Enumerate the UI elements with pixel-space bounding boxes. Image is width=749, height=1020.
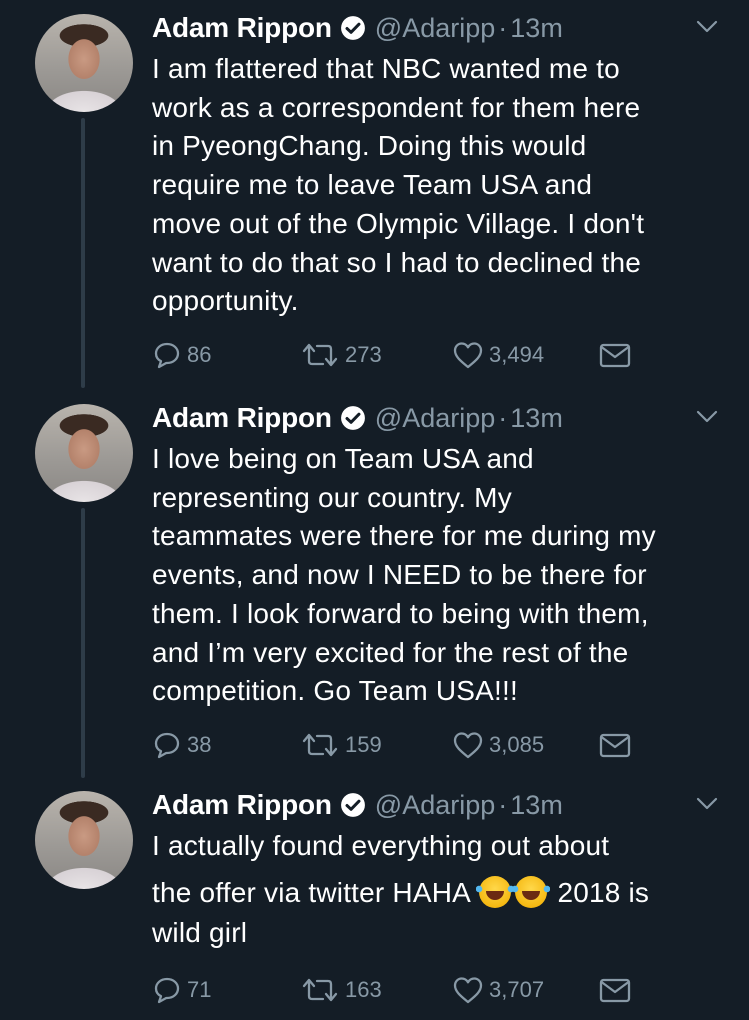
reply-button[interactable]: 71: [152, 972, 211, 1008]
tweet-text: I love being on Team USA and representin…: [152, 443, 656, 707]
chevron-down-icon[interactable]: [696, 20, 718, 34]
verified-badge-icon: [340, 16, 365, 40]
tweet-text-segment: 2018 is: [549, 876, 650, 908]
avatar[interactable]: [35, 791, 133, 889]
tweet-header: Adam Rippon @Adaripp · 13m: [152, 787, 563, 823]
face-with-tears-of-joy-emoji: [512, 875, 551, 908]
tweet[interactable]: Adam Rippon @Adaripp · 13m I actually fo…: [0, 777, 749, 1020]
retweet-button[interactable]: 273: [300, 337, 382, 373]
display-name[interactable]: Adam Rippon: [152, 789, 332, 821]
user-handle[interactable]: @Adaripp: [375, 13, 495, 44]
avatar[interactable]: [35, 404, 133, 502]
envelope-icon: [599, 978, 631, 1003]
user-handle[interactable]: @Adaripp: [375, 403, 495, 434]
tweet-text-line: I actually found everything out about: [152, 830, 610, 861]
envelope-icon: [599, 343, 631, 368]
like-button[interactable]: 3,707: [452, 972, 544, 1008]
tweet-text: I am flattered that NBC wanted me to wor…: [152, 53, 645, 317]
reply-count: 71: [187, 977, 212, 1002]
envelope-icon: [599, 733, 631, 758]
timestamp[interactable]: 13m: [510, 403, 563, 434]
heart-icon: [453, 342, 483, 369]
tweet-text-line: wild girl: [152, 917, 248, 949]
tweet-text-line: the offer via twitter HAHA 2018 is: [152, 874, 732, 913]
reply-button[interactable]: 38: [152, 727, 211, 763]
timestamp[interactable]: 13m: [510, 790, 563, 821]
like-count: 3,494: [489, 342, 545, 367]
verified-badge-icon: [340, 793, 365, 817]
display-name[interactable]: Adam Rippon: [152, 12, 332, 44]
retweet-button[interactable]: 159: [300, 727, 382, 763]
thread-connector: [81, 118, 85, 388]
retweet-icon: [302, 978, 338, 1002]
retweet-icon: [302, 733, 338, 757]
chevron-down-icon[interactable]: [696, 410, 718, 424]
tweet-text-segment: the offer via twitter HAHA: [152, 876, 478, 908]
reply-count: 86: [187, 342, 212, 367]
retweet-count: 273: [345, 342, 382, 367]
reply-icon: [154, 977, 180, 1004]
retweet-count: 163: [345, 977, 382, 1002]
face-with-tears-of-joy-emoji: [476, 875, 515, 908]
retweet-icon: [302, 343, 338, 367]
heart-icon: [453, 732, 483, 759]
direct-message-button[interactable]: [598, 337, 632, 373]
display-name[interactable]: Adam Rippon: [152, 402, 332, 434]
reply-button[interactable]: 86: [152, 337, 211, 373]
like-button[interactable]: 3,085: [452, 727, 544, 763]
timestamp[interactable]: 13m: [510, 13, 563, 44]
retweet-count: 159: [345, 732, 382, 757]
avatar[interactable]: [35, 14, 133, 112]
separator-dot: ·: [498, 789, 508, 820]
like-button[interactable]: 3,494: [452, 337, 544, 373]
thread-connector: [81, 508, 85, 778]
reply-icon: [154, 342, 180, 369]
tweet-header: Adam Rippon @Adaripp · 13m: [152, 10, 563, 46]
direct-message-button[interactable]: [598, 727, 632, 763]
like-count: 3,707: [489, 977, 545, 1002]
verified-badge-icon: [340, 406, 365, 430]
tweet[interactable]: Adam Rippon @Adaripp · 13m I am flattere…: [0, 0, 749, 390]
retweet-button[interactable]: 163: [300, 972, 382, 1008]
tweet-header: Adam Rippon @Adaripp · 13m: [152, 400, 563, 436]
separator-dot: ·: [498, 12, 508, 43]
direct-message-button[interactable]: [598, 972, 632, 1008]
heart-icon: [453, 977, 483, 1004]
separator-dot: ·: [498, 402, 508, 433]
chevron-down-icon[interactable]: [696, 797, 718, 811]
tweet-text: I actually found everything out about th…: [152, 827, 732, 953]
like-count: 3,085: [489, 732, 545, 757]
reply-icon: [154, 732, 180, 759]
user-handle[interactable]: @Adaripp: [375, 790, 495, 821]
reply-count: 38: [187, 732, 212, 757]
tweet[interactable]: Adam Rippon @Adaripp · 13m I love being …: [0, 390, 749, 780]
